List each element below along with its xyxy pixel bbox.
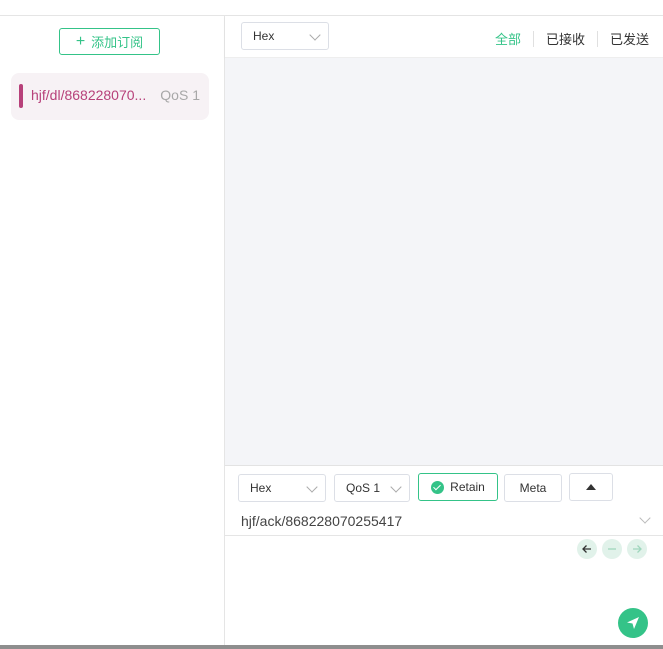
subscription-color-bar xyxy=(19,84,23,108)
send-icon xyxy=(627,617,639,629)
retain-label: Retain xyxy=(450,480,485,494)
publish-qos-value: QoS 1 xyxy=(346,481,381,495)
subscription-sidebar: + 添加订阅 hjf/dl/868228070... QoS 1 xyxy=(0,16,225,645)
minus-icon xyxy=(608,548,616,550)
history-prev-button[interactable] xyxy=(577,539,597,559)
filter-received[interactable]: 已接收 xyxy=(534,29,597,48)
publish-topic-input[interactable]: hjf/ack/868228070255417 xyxy=(225,507,663,536)
send-button[interactable] xyxy=(618,608,648,638)
chevron-down-icon[interactable] xyxy=(639,512,651,524)
message-toolbar: Hex 全部 已接收 已发送 xyxy=(225,16,663,58)
message-filter-tabs: 全部 已接收 已发送 xyxy=(483,29,649,48)
add-subscription-label: 添加订阅 xyxy=(91,35,144,50)
payload-format-value: Hex xyxy=(250,481,272,495)
publish-qos-select[interactable]: QoS 1 xyxy=(334,474,410,502)
subscription-topic: hjf/dl/868228070... xyxy=(31,87,147,103)
meta-label: Meta xyxy=(519,481,547,495)
chevron-down-icon xyxy=(306,481,318,493)
message-panel: Hex 全部 已接收 已发送 Hex QoS 1 Retain Meta hjf… xyxy=(225,16,663,649)
window-bottom-edge xyxy=(0,645,663,649)
publish-topic-value: hjf/ack/868228070255417 xyxy=(241,513,403,529)
arrow-right-icon xyxy=(633,545,642,553)
message-format-value: Hex xyxy=(253,29,275,43)
message-list-area[interactable] xyxy=(225,58,663,465)
subscription-qos: QoS 1 xyxy=(160,87,200,103)
plus-icon: + xyxy=(75,32,86,50)
payload-editor[interactable] xyxy=(225,536,663,646)
payload-format-select[interactable]: Hex xyxy=(238,474,326,502)
check-circle-icon xyxy=(431,480,445,494)
history-reset-button[interactable] xyxy=(602,539,622,559)
add-subscription-button[interactable]: + 添加订阅 xyxy=(59,28,160,55)
filter-all[interactable]: 全部 xyxy=(483,29,533,48)
filter-sent[interactable]: 已发送 xyxy=(598,29,649,48)
meta-button[interactable]: Meta xyxy=(504,474,562,502)
message-format-select[interactable]: Hex xyxy=(241,22,329,50)
mqtt-client-window: + 添加订阅 hjf/dl/868228070... QoS 1 Hex 全部 … xyxy=(0,0,663,649)
publish-panel: Hex QoS 1 Retain Meta hjf/ack/8682280702… xyxy=(225,465,663,646)
subscription-item[interactable]: hjf/dl/868228070... QoS 1 xyxy=(11,73,209,120)
history-next-button[interactable] xyxy=(627,539,647,559)
chevron-down-icon xyxy=(309,29,321,41)
collapse-publish-button[interactable] xyxy=(569,473,613,501)
caret-up-icon xyxy=(586,484,596,490)
retain-toggle[interactable]: Retain xyxy=(418,473,498,501)
window-top-bar xyxy=(0,0,663,16)
chevron-down-icon xyxy=(390,481,402,493)
arrow-left-icon xyxy=(582,545,591,553)
